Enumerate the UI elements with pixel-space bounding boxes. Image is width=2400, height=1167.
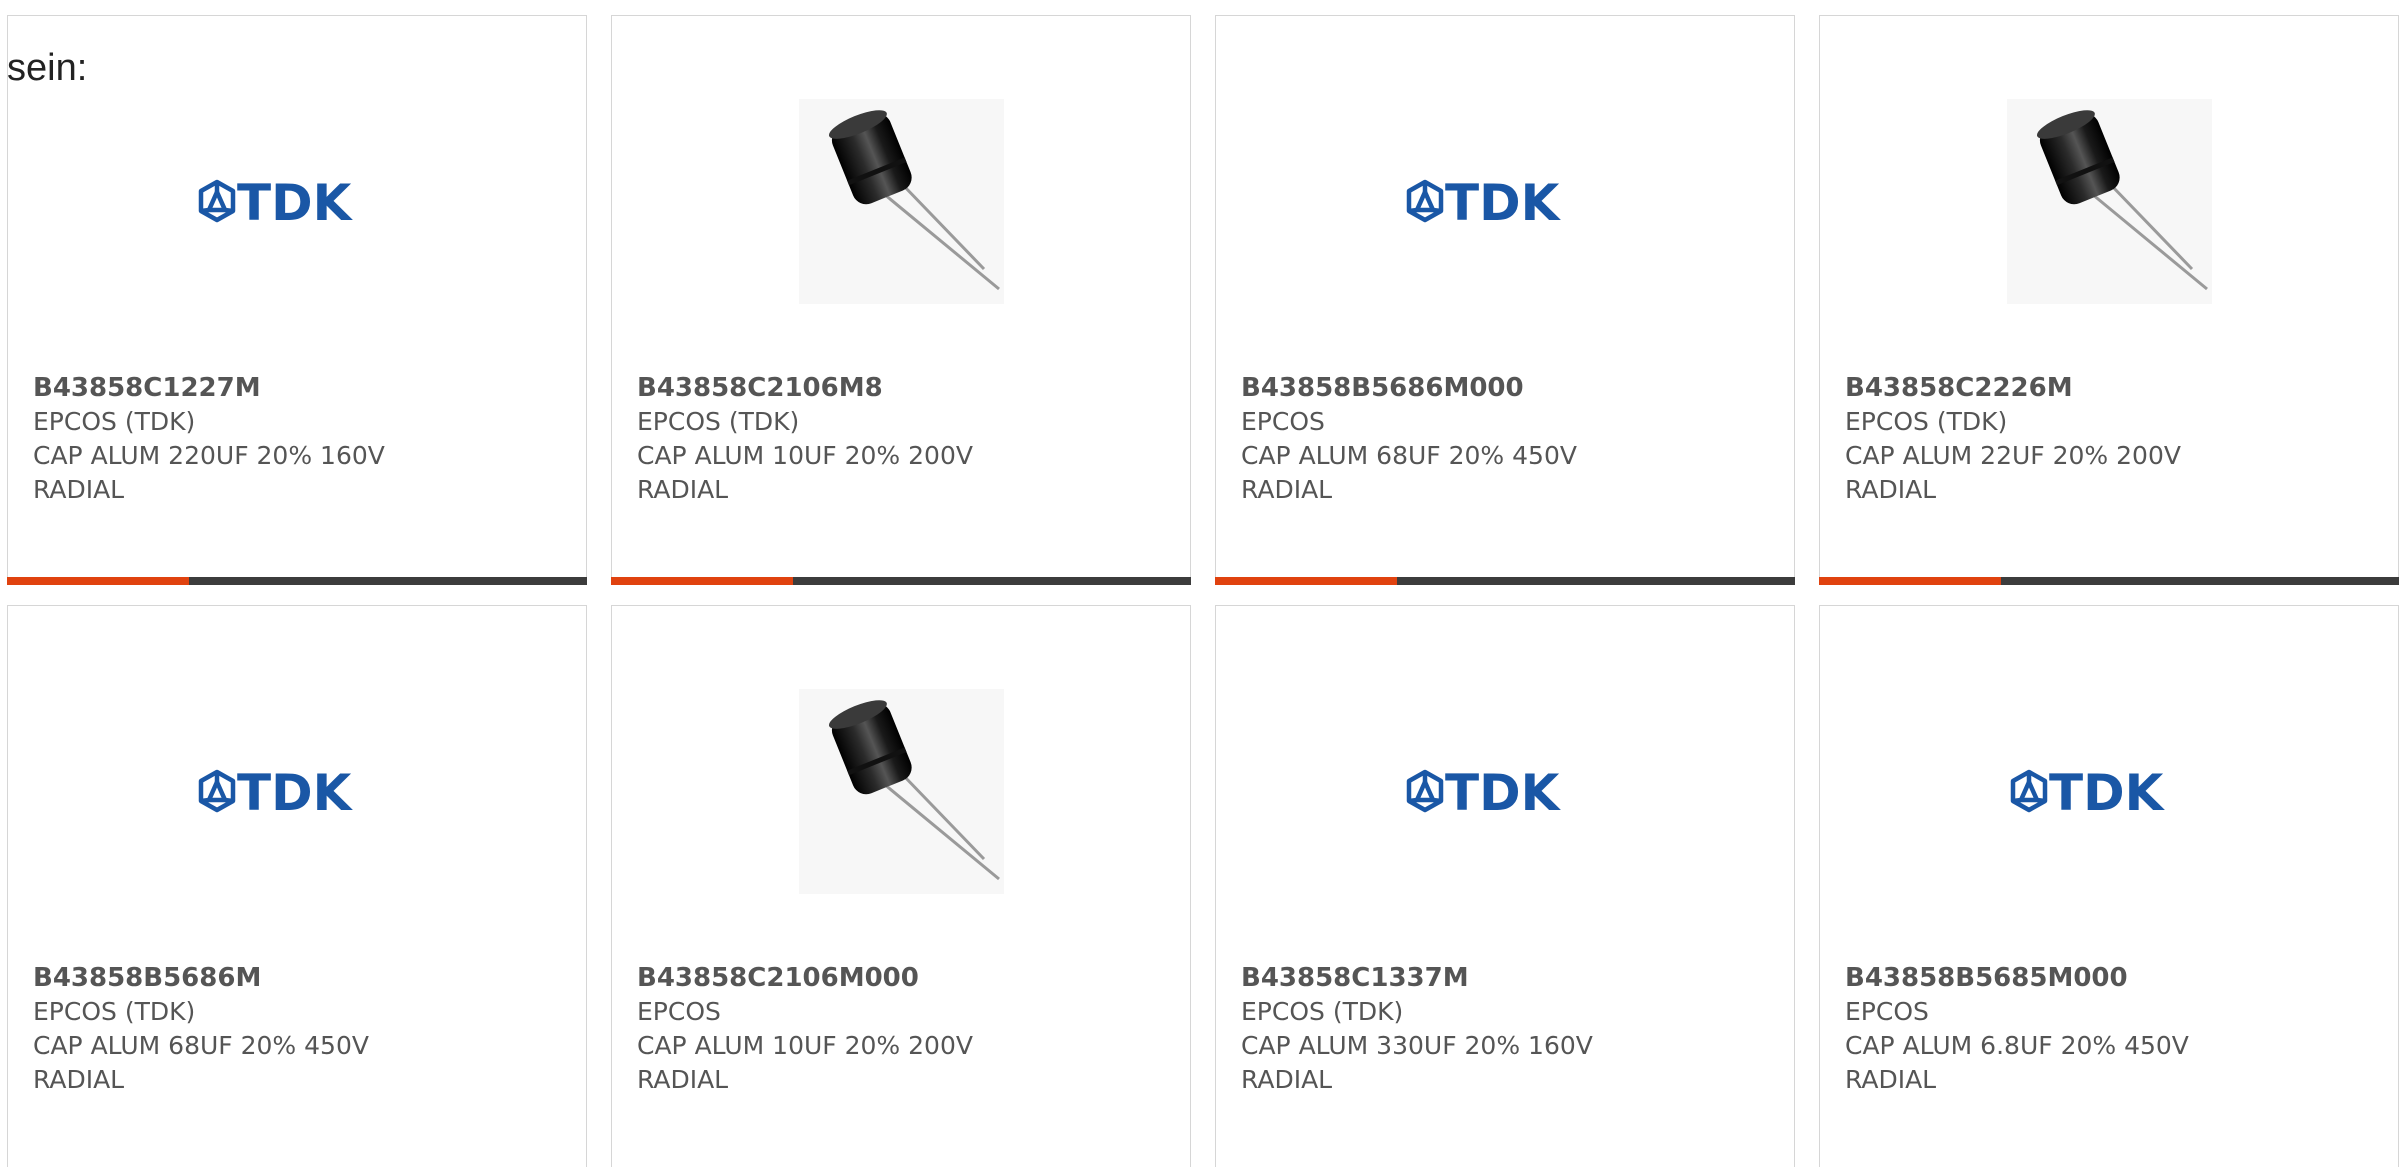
package: RADIAL: [1241, 475, 1333, 504]
package: RADIAL: [33, 475, 125, 504]
tdk-logo-icon: TDK: [198, 768, 354, 814]
description: CAP ALUM 10UF 20% 200V: [637, 441, 973, 470]
product-card[interactable]: TDK B43858B5686M000 EPCOS CAP ALUM 68UF …: [1215, 15, 1795, 585]
svg-text:TDK: TDK: [237, 768, 354, 814]
product-grid: TDK B43858C1227M EPCOS (TDK) CAP ALUM 22…: [0, 0, 2400, 1167]
manufacturer: EPCOS (TDK): [637, 407, 800, 436]
product-info: B43858C2106M8 EPCOS (TDK) CAP ALUM 10UF …: [637, 371, 1170, 507]
product-info: B43858C1337M EPCOS (TDK) CAP ALUM 330UF …: [1241, 961, 1774, 1097]
tdk-logo-icon: TDK: [198, 178, 354, 224]
part-number[interactable]: B43858C2106M000: [637, 961, 1170, 995]
product-card[interactable]: TDK B43858B5685M000 EPCOS CAP ALUM 6.8UF…: [1819, 605, 2399, 1167]
product-card[interactable]: TDK B43858C1337M EPCOS (TDK) CAP ALUM 33…: [1215, 605, 1795, 1167]
svg-text:TDK: TDK: [1445, 178, 1562, 224]
product-card[interactable]: B43858C2106M8 EPCOS (TDK) CAP ALUM 10UF …: [611, 15, 1191, 585]
manufacturer: EPCOS (TDK): [1241, 997, 1404, 1026]
description: CAP ALUM 68UF 20% 450V: [1241, 441, 1577, 470]
intro-text: sein:: [7, 47, 88, 89]
manufacturer: EPCOS: [1845, 997, 1929, 1026]
product-info: B43858C2226M EPCOS (TDK) CAP ALUM 22UF 2…: [1845, 371, 2378, 507]
product-image: TDK: [8, 66, 586, 336]
package: RADIAL: [1845, 475, 1937, 504]
capacitor-photo: [798, 98, 1004, 304]
accent-fill: [1215, 577, 1397, 585]
svg-text:TDK: TDK: [2049, 768, 2166, 814]
package: RADIAL: [637, 475, 729, 504]
description: CAP ALUM 10UF 20% 200V: [637, 1031, 973, 1060]
card-accent-bar: [611, 577, 1191, 585]
product-image: [612, 66, 1190, 336]
product-info: B43858B5686M EPCOS (TDK) CAP ALUM 68UF 2…: [33, 961, 566, 1097]
product-card[interactable]: B43858C2226M EPCOS (TDK) CAP ALUM 22UF 2…: [1819, 15, 2399, 585]
product-image: TDK: [1820, 656, 2398, 926]
product-image: [612, 656, 1190, 926]
description: CAP ALUM 22UF 20% 200V: [1845, 441, 2181, 470]
description: CAP ALUM 220UF 20% 160V: [33, 441, 385, 470]
product-image: TDK: [1216, 656, 1794, 926]
package: RADIAL: [1845, 1065, 1937, 1094]
part-number[interactable]: B43858C2106M8: [637, 371, 1170, 405]
product-image: [1820, 66, 2398, 336]
product-image: TDK: [1216, 66, 1794, 336]
part-number[interactable]: B43858C2226M: [1845, 371, 2378, 405]
part-number[interactable]: B43858B5685M000: [1845, 961, 2378, 995]
product-info: B43858C2106M000 EPCOS CAP ALUM 10UF 20% …: [637, 961, 1170, 1097]
capacitor-icon: [828, 109, 1000, 290]
manufacturer: EPCOS: [1241, 407, 1325, 436]
accent-fill: [611, 577, 793, 585]
product-card[interactable]: TDK B43858B5686M EPCOS (TDK) CAP ALUM 68…: [7, 605, 587, 1167]
manufacturer: EPCOS (TDK): [33, 407, 196, 436]
part-number[interactable]: B43858C1337M: [1241, 961, 1774, 995]
product-card[interactable]: TDK B43858C1227M EPCOS (TDK) CAP ALUM 22…: [7, 15, 587, 585]
card-accent-bar: [1215, 577, 1795, 585]
capacitor-icon: [828, 699, 1000, 880]
part-number[interactable]: B43858C1227M: [33, 371, 566, 405]
svg-text:TDK: TDK: [1445, 768, 1562, 814]
accent-fill: [7, 577, 189, 585]
manufacturer: EPCOS (TDK): [33, 997, 196, 1026]
package: RADIAL: [637, 1065, 729, 1094]
product-info: B43858C1227M EPCOS (TDK) CAP ALUM 220UF …: [33, 371, 566, 507]
capacitor-icon: [2036, 109, 2208, 290]
product-info: B43858B5686M000 EPCOS CAP ALUM 68UF 20% …: [1241, 371, 1774, 507]
capacitor-photo: [798, 688, 1004, 894]
svg-text:TDK: TDK: [237, 178, 354, 224]
tdk-logo-icon: TDK: [2010, 768, 2166, 814]
package: RADIAL: [33, 1065, 125, 1094]
tdk-logo-icon: TDK: [1406, 768, 1562, 814]
part-number[interactable]: B43858B5686M000: [1241, 371, 1774, 405]
card-accent-bar: [7, 577, 587, 585]
manufacturer: EPCOS (TDK): [1845, 407, 2008, 436]
manufacturer: EPCOS: [637, 997, 721, 1026]
product-info: B43858B5685M000 EPCOS CAP ALUM 6.8UF 20%…: [1845, 961, 2378, 1097]
product-image: TDK: [8, 656, 586, 926]
card-accent-bar: [1819, 577, 2399, 585]
package: RADIAL: [1241, 1065, 1333, 1094]
description: CAP ALUM 6.8UF 20% 450V: [1845, 1031, 2189, 1060]
part-number[interactable]: B43858B5686M: [33, 961, 566, 995]
description: CAP ALUM 330UF 20% 160V: [1241, 1031, 1593, 1060]
description: CAP ALUM 68UF 20% 450V: [33, 1031, 369, 1060]
capacitor-photo: [2006, 98, 2212, 304]
product-carousel: sein: TDK B43858C1227M EPCOS (TDK) CAP A…: [0, 0, 2400, 1167]
tdk-logo-icon: TDK: [1406, 178, 1562, 224]
product-card[interactable]: B43858C2106M000 EPCOS CAP ALUM 10UF 20% …: [611, 605, 1191, 1167]
accent-fill: [1819, 577, 2001, 585]
